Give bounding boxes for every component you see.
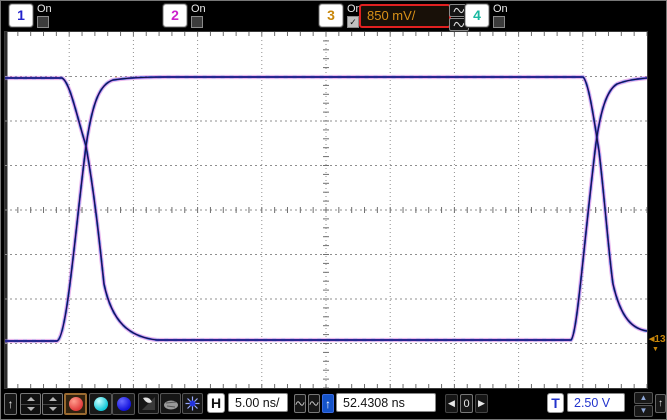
level-down-button[interactable]: ▼ xyxy=(634,405,653,417)
vertical-adjust-spinner-2 xyxy=(42,393,63,415)
channel-3-group: 3 On ✓ xyxy=(319,4,362,28)
chevron-down-icon xyxy=(26,407,35,412)
spinner-up-button[interactable] xyxy=(21,394,40,405)
sine-icon xyxy=(295,401,305,406)
oscilloscope-window: 1 On 2 On 3 On ✓ 850 mV/ 4 On ◀13 ▼ ↑ H … xyxy=(0,0,667,420)
sine-icon xyxy=(453,21,465,28)
step-value-button[interactable]: 0 xyxy=(460,394,473,413)
waveform-display[interactable] xyxy=(4,31,648,389)
channel-2-checkbox[interactable] xyxy=(191,16,203,28)
horizontal-menu-button[interactable]: H xyxy=(207,393,225,413)
bottom-toolbar: ↑ H 5.00 ns/ ↑ 52.4308 ns ◀ 0 ▶ T 2.50 V… xyxy=(1,389,666,419)
chevron-down-icon xyxy=(48,407,57,412)
spinner-up-button[interactable] xyxy=(43,394,62,405)
level-up-button[interactable]: ▲ xyxy=(634,392,653,404)
channel-1-group: 1 On xyxy=(9,4,52,28)
channel-4-group: 4 On xyxy=(465,4,508,28)
blue-dot-icon xyxy=(116,397,131,411)
channel-3-checkbox[interactable]: ✓ xyxy=(347,16,359,28)
cyan-dot-icon xyxy=(93,397,108,411)
trigger-menu-button[interactable]: T xyxy=(547,393,564,413)
intensity-icon xyxy=(185,396,200,411)
marker-label: 13 xyxy=(654,334,666,345)
touch-icon xyxy=(163,400,178,409)
horizontal-fine-button[interactable] xyxy=(308,394,320,413)
intensity-button[interactable] xyxy=(182,393,203,414)
right-arrow-icon: ▶ xyxy=(478,398,485,408)
channel-3-button[interactable]: 3 xyxy=(319,4,343,27)
pointer-mode-icon xyxy=(142,397,155,410)
triangle-up-icon: ▲ xyxy=(639,393,648,402)
graticule-grid xyxy=(5,32,648,389)
up-arrow-icon: ↑ xyxy=(325,396,331,411)
delay-time-field[interactable]: 52.4308 ns xyxy=(336,393,436,412)
sine-icon xyxy=(309,401,319,406)
up-arrow-icon: ↑ xyxy=(658,398,663,409)
pan-up-button[interactable]: ↑ xyxy=(4,393,17,415)
channel-2-on-label: On xyxy=(191,3,206,15)
touch-mode-button[interactable] xyxy=(160,393,181,414)
horizontal-zoom-button[interactable] xyxy=(294,394,306,413)
spinner-down-button[interactable] xyxy=(21,405,40,415)
step-right-button[interactable]: ▶ xyxy=(475,394,488,413)
pointer-mode-button[interactable] xyxy=(138,393,159,414)
red-dot-icon xyxy=(68,397,83,411)
marker-color-blue-button[interactable] xyxy=(112,393,135,415)
triangle-down-icon: ▼ xyxy=(639,406,648,415)
marker-color-cyan-button[interactable] xyxy=(89,393,112,415)
trigger-slope-button[interactable]: ↑ xyxy=(655,394,666,413)
channel-1-on-label: On xyxy=(37,3,52,15)
waveform-svg xyxy=(5,32,648,389)
vertical-adjust-spinner-1 xyxy=(20,393,41,415)
channel-4-on-label: On xyxy=(493,3,508,15)
channel-1-checkbox[interactable] xyxy=(37,16,49,28)
left-arrow-icon: ◀ xyxy=(448,398,455,408)
timebase-field[interactable]: 5.00 ns/ xyxy=(228,393,288,412)
up-arrow-icon: ↑ xyxy=(7,397,14,411)
channel-2-button[interactable]: 2 xyxy=(163,4,187,27)
channel-3-scale-field[interactable]: 850 mV/ xyxy=(359,4,451,28)
marker-down-arrow-icon: ▼ xyxy=(652,346,659,353)
channel-2-group: 2 On xyxy=(163,4,206,28)
channel-1-button[interactable]: 1 xyxy=(9,4,33,27)
channel-4-button[interactable]: 4 xyxy=(465,4,489,27)
trigger-level-spinner: ▲ ▼ xyxy=(634,392,653,417)
chevron-up-icon xyxy=(48,396,57,401)
chevron-up-icon xyxy=(26,396,35,401)
channel-ground-marker[interactable]: ◀13 ▼ xyxy=(649,335,666,354)
trigger-level-field[interactable]: 2.50 V xyxy=(567,393,625,412)
step-left-button[interactable]: ◀ xyxy=(445,394,458,413)
spinner-down-button[interactable] xyxy=(43,405,62,415)
sine-icon xyxy=(453,7,465,14)
trigger-edge-indicator[interactable]: ↑ xyxy=(322,394,334,413)
marker-color-red-button[interactable] xyxy=(64,393,87,415)
channel-4-checkbox[interactable] xyxy=(493,16,505,28)
